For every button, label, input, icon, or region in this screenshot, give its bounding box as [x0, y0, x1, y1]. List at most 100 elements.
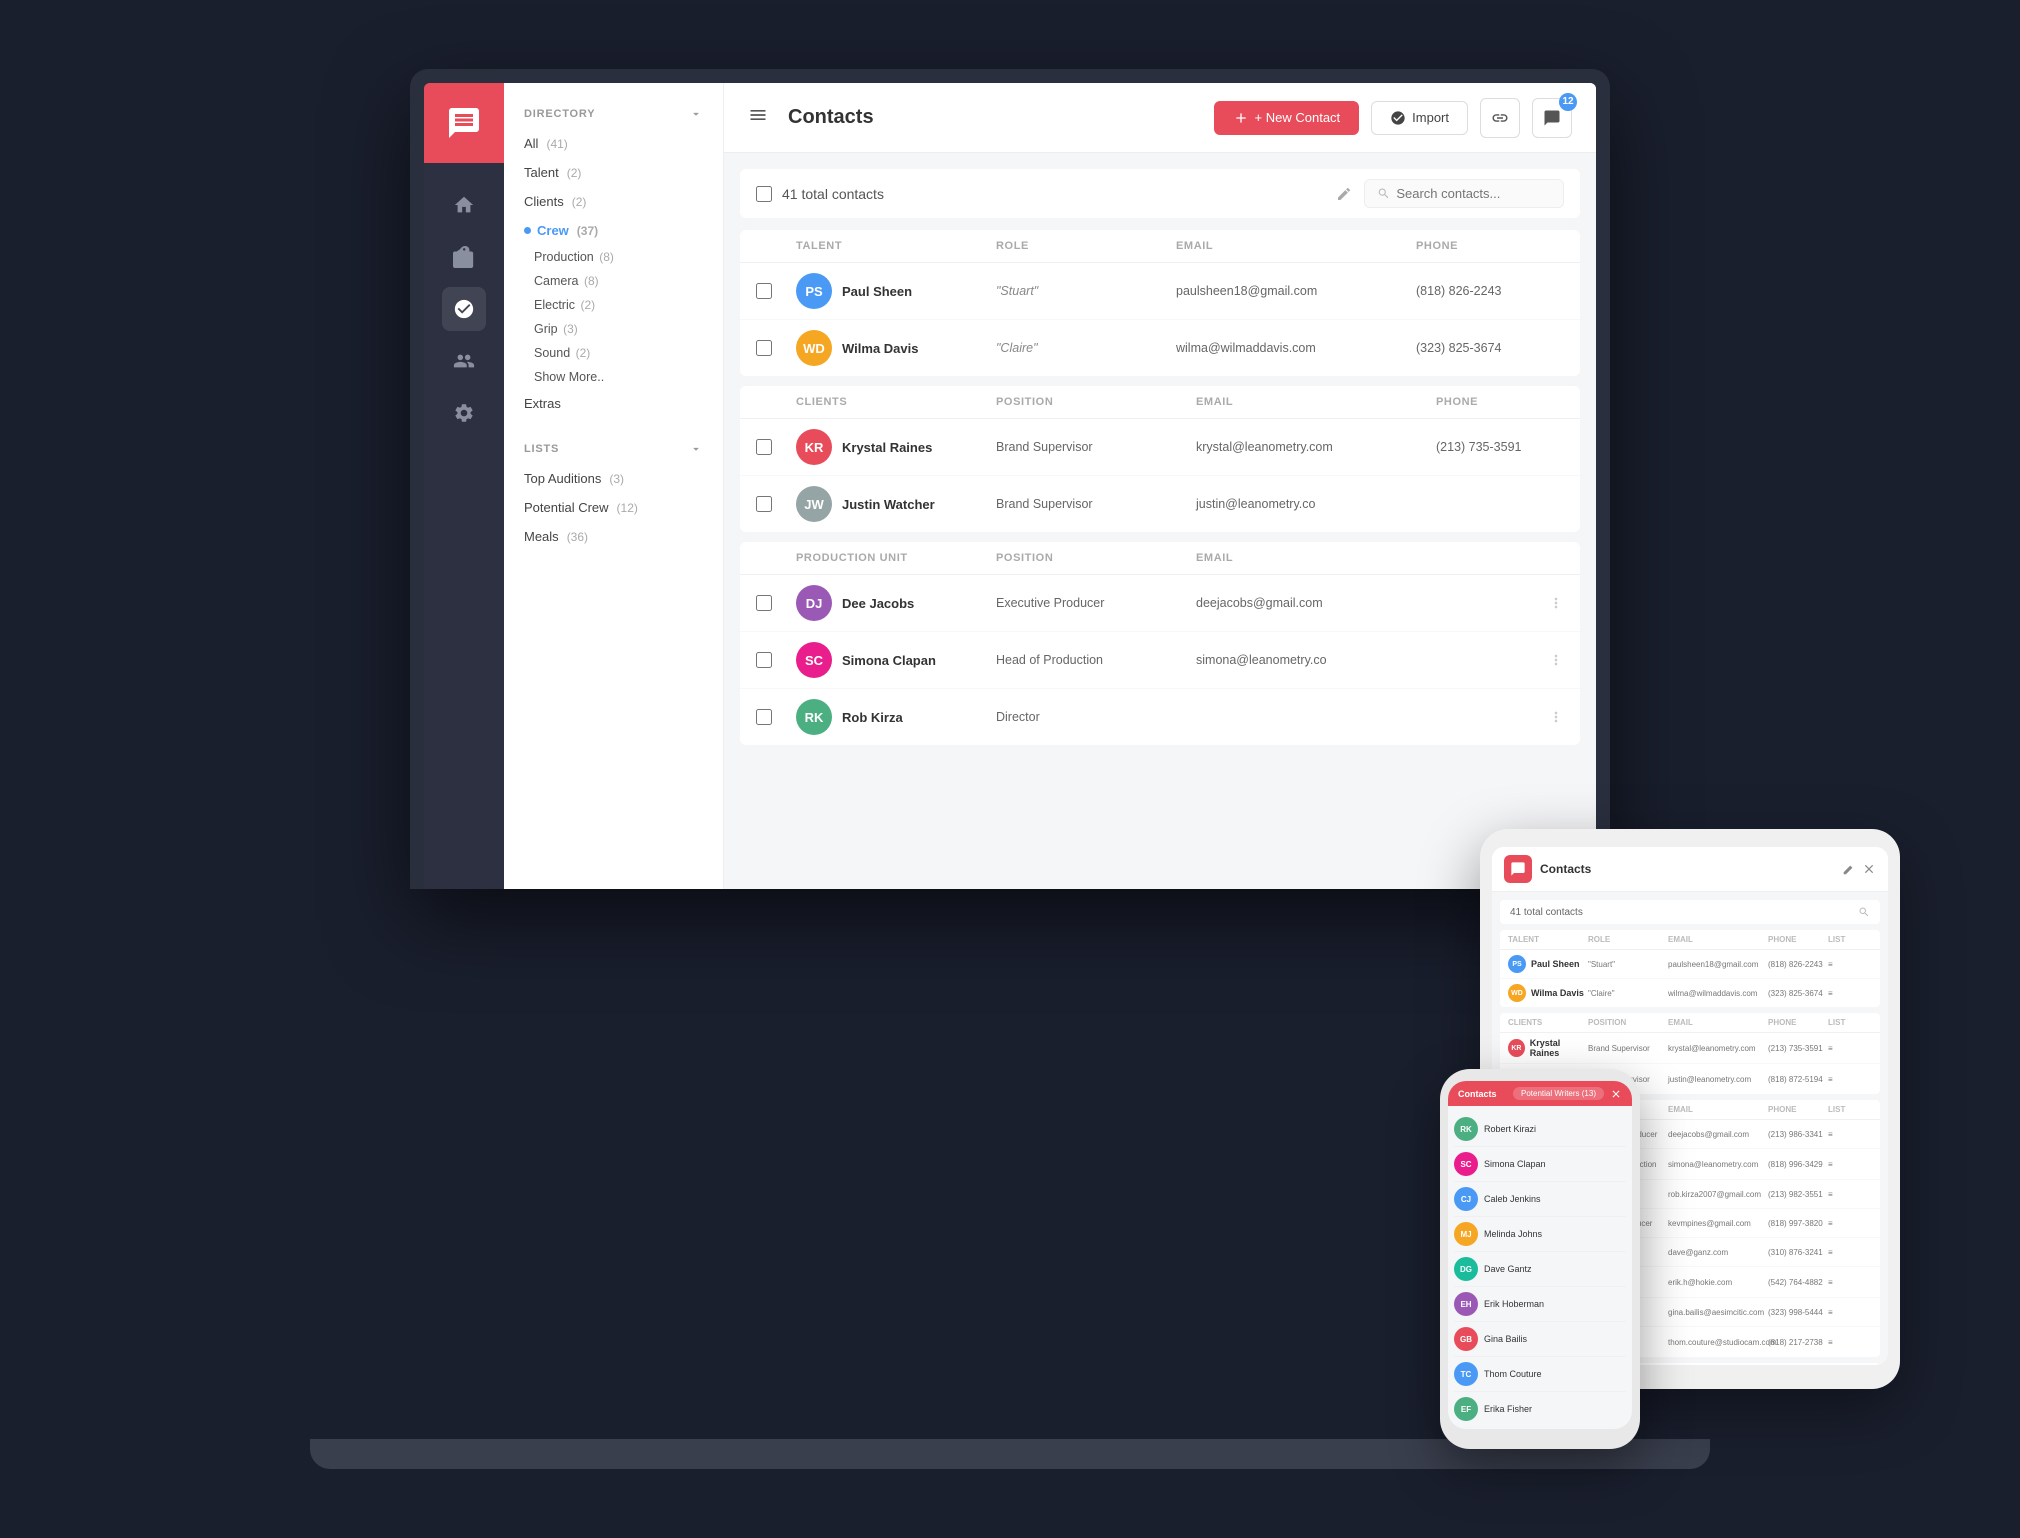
- phone-content: RK Robert Kirazi SC Simona Clapan CJ Cal…: [1448, 1106, 1632, 1422]
- tablet-search-icon[interactable]: [1858, 906, 1870, 918]
- top-auditions-count: (3): [609, 472, 624, 486]
- extras-label: Extras: [524, 396, 561, 411]
- tablet-email: wilma@wilmaddavis.com: [1668, 989, 1768, 998]
- more-icon[interactable]: [1548, 595, 1564, 611]
- sidebar-item-camera[interactable]: Camera (8): [504, 269, 723, 293]
- app-header: Contacts + New Contact Import: [724, 83, 1596, 153]
- clients-label: Clients: [524, 194, 564, 209]
- row-checkbox[interactable]: [756, 652, 772, 668]
- select-all-checkbox[interactable]: [756, 186, 772, 202]
- phone-erika-fisher: Erika Fisher: [1484, 1404, 1532, 1414]
- client-name-cell: JW Justin Watcher: [796, 486, 996, 522]
- sidebar-item-meals[interactable]: Meals (36): [504, 522, 723, 551]
- phone-avatar: GB: [1454, 1327, 1478, 1351]
- camera-label: Camera: [534, 274, 578, 288]
- rail-contacts-icon[interactable]: [442, 287, 486, 331]
- bell-icon: [1543, 109, 1561, 127]
- phone-avatar: SC: [1454, 1152, 1478, 1176]
- tablet-toolbar: 41 total contacts: [1500, 900, 1880, 924]
- prod-name-cell: DJ Dee Jacobs: [796, 585, 996, 621]
- phone-col: PHONE: [1416, 240, 1580, 252]
- list-item: GB Gina Bailis: [1454, 1322, 1626, 1357]
- phone-cell: (818) 826-2243: [1416, 284, 1580, 298]
- tablet-avatar: KR: [1508, 1039, 1525, 1057]
- rail-groups-icon[interactable]: [442, 339, 486, 383]
- sidebar-item-sound[interactable]: Sound (2): [504, 341, 723, 365]
- tablet-edit-icon[interactable]: [1842, 862, 1856, 876]
- rail-briefcase-icon[interactable]: [442, 235, 486, 279]
- sidebar-item-electric[interactable]: Electric (2): [504, 293, 723, 317]
- phone-avatar: MJ: [1454, 1222, 1478, 1246]
- talent-table: TALENT ROLE EMAIL PHONE LIST PS Paul: [740, 230, 1580, 376]
- contacts-area: 41 total contacts: [724, 153, 1596, 889]
- sidebar-item-potential-crew[interactable]: Potential Crew (12): [504, 493, 723, 522]
- toolbar-left: 41 total contacts: [756, 186, 1324, 202]
- row-checkbox[interactable]: [756, 709, 772, 725]
- new-contact-label: + New Contact: [1255, 110, 1341, 125]
- table-row: DJ Dee Jacobs Executive Producer deejaco…: [740, 575, 1580, 632]
- menu-icon[interactable]: [748, 105, 768, 130]
- email-cell: wilma@wilmaddavis.com: [1176, 341, 1416, 355]
- sidebar-item-production[interactable]: Production (8): [504, 245, 723, 269]
- sidebar-item-talent[interactable]: Talent (2): [504, 158, 723, 187]
- app-logo[interactable]: [424, 83, 504, 163]
- contact-name: Wilma Davis: [842, 341, 918, 356]
- tablet-row: KR Krystal Raines Brand Supervisor kryst…: [1500, 1033, 1880, 1064]
- sidebar-item-show-more[interactable]: Show More..: [504, 365, 723, 389]
- phone-contact-name: Caleb Jenkins: [1484, 1194, 1541, 1204]
- phone-close-icon[interactable]: [1610, 1088, 1622, 1100]
- prod-name-cell: RK Rob Kirza: [796, 699, 996, 735]
- list-item: EF Erika Fisher: [1454, 1392, 1626, 1422]
- sidebar-item-all[interactable]: All (41): [504, 129, 723, 158]
- search-icon: [1377, 186, 1390, 201]
- notification-count: 12: [1559, 93, 1577, 111]
- phone-col2: PHONE: [1436, 396, 1580, 408]
- sidebar-item-crew[interactable]: Crew (37): [504, 216, 723, 245]
- row-checkbox[interactable]: [756, 283, 772, 299]
- phone-avatar: RK: [1454, 1117, 1478, 1141]
- table-row: RK Rob Kirza Director: [740, 689, 1580, 745]
- table-row: WD Wilma Davis "Claire" wilma@wilmaddavi…: [740, 320, 1580, 376]
- avatar: KR: [796, 429, 832, 465]
- camera-count: (8): [584, 274, 599, 288]
- notifications-button[interactable]: 12: [1532, 98, 1572, 138]
- laptop-inner: DIRECTORY All (41) Talent (2) Clients (2…: [424, 83, 1596, 889]
- phone-tab[interactable]: Potential Writers (13): [1513, 1087, 1604, 1100]
- tablet-icons: [1842, 862, 1876, 876]
- tablet-contact-name: Krystal Raines: [1530, 1038, 1588, 1058]
- edit-icon[interactable]: [1336, 186, 1352, 202]
- phone-title: Contacts: [1458, 1089, 1507, 1099]
- lists-section-header: LISTS: [504, 434, 723, 464]
- phone-cell: (213) 735-3591: [1436, 440, 1580, 454]
- clients-table: CLIENTS POSITION EMAIL PHONE LIST KR: [740, 386, 1580, 532]
- rail-settings-icon[interactable]: [442, 391, 486, 435]
- tablet-contact-name: Wilma Davis: [1531, 988, 1584, 998]
- sidebar-item-top-auditions[interactable]: Top Auditions (3): [504, 464, 723, 493]
- search-box[interactable]: [1364, 179, 1564, 208]
- row-checkbox[interactable]: [756, 496, 772, 512]
- directory-label: DIRECTORY: [524, 108, 595, 120]
- tablet-phone: (323) 825-3674: [1768, 989, 1828, 998]
- list-item: SC Simona Clapan: [1454, 1147, 1626, 1182]
- link-button[interactable]: [1480, 98, 1520, 138]
- prod-col: PRODUCTION UNIT: [796, 552, 996, 564]
- search-input[interactable]: [1396, 186, 1551, 201]
- sidebar-item-clients[interactable]: Clients (2): [504, 187, 723, 216]
- potential-crew-count: (12): [617, 501, 638, 515]
- row-checkbox[interactable]: [756, 595, 772, 611]
- tablet-name-cell: KR Krystal Raines: [1508, 1038, 1588, 1058]
- sidebar-item-grip[interactable]: Grip (3): [504, 317, 723, 341]
- list-item: TC Thom Couture: [1454, 1357, 1626, 1392]
- sidebar-item-extras[interactable]: Extras: [504, 389, 723, 418]
- more-icon[interactable]: [1548, 652, 1564, 668]
- more-icon[interactable]: [1548, 709, 1564, 725]
- new-contact-button[interactable]: + New Contact: [1214, 101, 1360, 135]
- phone-contact-name: Dave Gantz: [1484, 1264, 1532, 1274]
- contact-name: Dee Jacobs: [842, 596, 914, 611]
- row-checkbox[interactable]: [756, 340, 772, 356]
- rail-home-icon[interactable]: [442, 183, 486, 227]
- import-button[interactable]: Import: [1371, 101, 1468, 135]
- row-checkbox[interactable]: [756, 439, 772, 455]
- tablet-close-icon[interactable]: [1862, 862, 1876, 876]
- talent-header: TALENT ROLE EMAIL PHONE LIST: [740, 230, 1580, 263]
